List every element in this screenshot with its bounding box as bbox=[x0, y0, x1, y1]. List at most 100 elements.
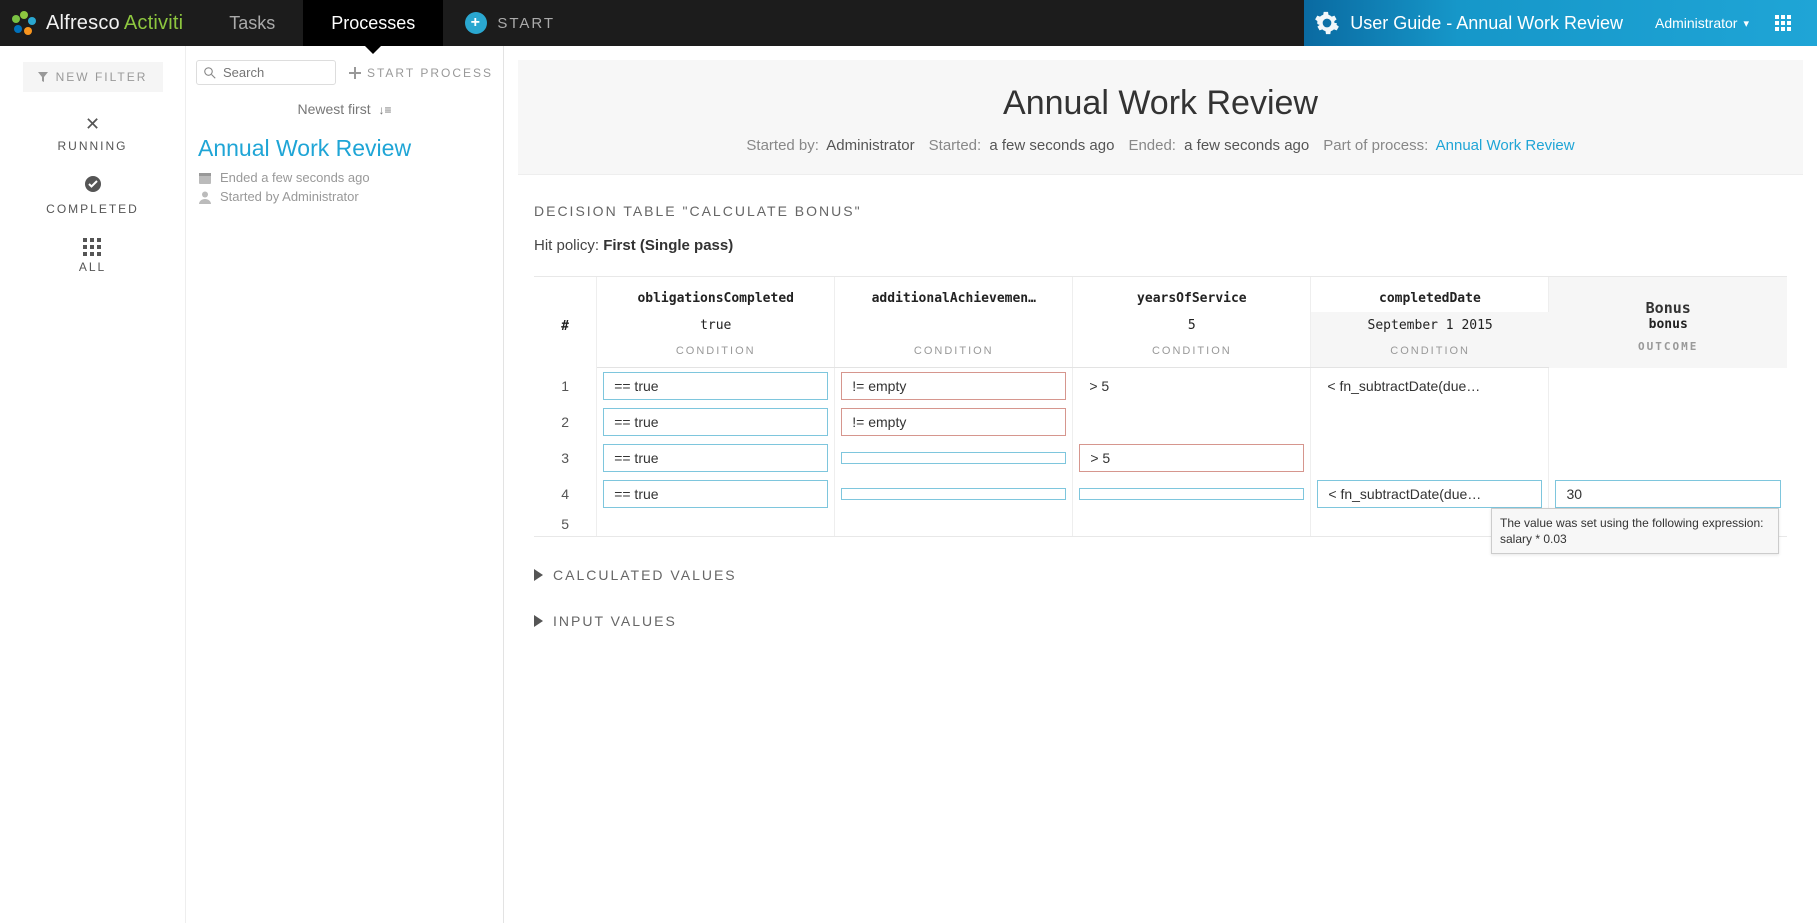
sort-label: Newest first bbox=[297, 101, 370, 117]
link-part-of-process[interactable]: Annual Work Review bbox=[1436, 137, 1575, 154]
input-values-toggle[interactable]: INPUT VALUES bbox=[534, 613, 1787, 629]
filter-icon bbox=[38, 72, 48, 82]
plus-icon: + bbox=[465, 12, 487, 34]
condition-cell: != empty bbox=[835, 368, 1073, 405]
user-name: Administrator bbox=[1655, 15, 1737, 31]
detail-column: Annual Work Review Started by: Administr… bbox=[504, 46, 1817, 923]
gear-icon bbox=[1314, 10, 1340, 36]
row-index: 1 bbox=[534, 368, 597, 405]
filter-all-label: ALL bbox=[79, 260, 106, 274]
top-bar: Alfresco Activiti Tasks Processes + STAR… bbox=[0, 0, 1817, 46]
col-value: September 1 2015 bbox=[1311, 312, 1549, 339]
list-item[interactable]: Annual Work Review Ended a few seconds a… bbox=[196, 127, 493, 222]
label-started-by: Started by: bbox=[746, 137, 819, 154]
list-item-started-by: Started by Administrator bbox=[198, 189, 491, 204]
brand-name-activiti: Activiti bbox=[124, 12, 183, 35]
list-toolbar: START PROCESS bbox=[196, 60, 493, 85]
list-item-ended: Ended a few seconds ago bbox=[198, 170, 491, 185]
start-process-label: START PROCESS bbox=[367, 66, 493, 80]
search-input[interactable] bbox=[196, 60, 336, 85]
decision-table: #obligationsCompletedadditionalAchieveme… bbox=[534, 277, 1787, 536]
input-values-section: INPUT VALUES bbox=[504, 583, 1817, 659]
table-row: 3== true > 5 bbox=[534, 440, 1787, 476]
col-sub: CONDITION bbox=[1311, 339, 1549, 368]
condition-cell bbox=[1073, 512, 1311, 536]
outcome-cell bbox=[1549, 440, 1787, 476]
table-row: 1== true!= empty> 5< fn_subtractDate(due… bbox=[534, 368, 1787, 405]
condition-cell bbox=[597, 512, 835, 536]
row-index: 3 bbox=[534, 440, 597, 476]
calendar-icon bbox=[198, 171, 212, 185]
condition-cell: > 5 bbox=[1073, 368, 1311, 405]
user-icon bbox=[198, 190, 212, 204]
filter-all[interactable]: ALL bbox=[79, 238, 106, 274]
apps-button[interactable] bbox=[1763, 15, 1803, 31]
col-value bbox=[835, 312, 1073, 339]
condition-cell bbox=[1073, 404, 1311, 440]
filters-column: NEW FILTER ✕ RUNNING COMPLETED ALL bbox=[0, 46, 186, 923]
plus-icon bbox=[349, 67, 361, 79]
filter-running[interactable]: ✕ RUNNING bbox=[58, 114, 128, 153]
condition-cell bbox=[1311, 440, 1549, 476]
search-wrap bbox=[196, 60, 336, 85]
detail-info-row: Started by: Administrator Started: a few… bbox=[542, 137, 1779, 154]
label-started: Started: bbox=[929, 137, 982, 154]
brand-name-alfresco: Alfresco bbox=[46, 12, 120, 35]
condition-cell: < fn_subtractDate(due… bbox=[1311, 368, 1549, 405]
triangle-right-icon bbox=[534, 615, 543, 627]
shuffle-icon: ✕ bbox=[85, 114, 100, 135]
filter-completed[interactable]: COMPLETED bbox=[46, 175, 139, 216]
filter-completed-label: COMPLETED bbox=[46, 202, 139, 216]
outcome-cell bbox=[1549, 368, 1787, 405]
sort-toggle[interactable]: Newest first ↓≡ bbox=[196, 85, 493, 127]
condition-cell: == true bbox=[597, 404, 835, 440]
chevron-down-icon: ▾ bbox=[1743, 17, 1749, 30]
primary-nav: Tasks Processes bbox=[201, 0, 443, 46]
condition-cell: > 5 bbox=[1073, 440, 1311, 476]
col-value: 5 bbox=[1073, 312, 1311, 339]
value-ended: a few seconds ago bbox=[1184, 137, 1309, 154]
user-menu[interactable]: Administrator ▾ bbox=[1641, 15, 1763, 31]
condition-cell: < fn_subtractDate(due… bbox=[1311, 476, 1549, 512]
col-sub: CONDITION bbox=[597, 339, 835, 368]
condition-cell: == true bbox=[597, 440, 835, 476]
check-circle-icon bbox=[84, 175, 102, 198]
table-row: 4== true< fn_subtractDate(due…30 bbox=[534, 476, 1787, 512]
nav-processes[interactable]: Processes bbox=[303, 0, 443, 46]
nav-tasks[interactable]: Tasks bbox=[201, 0, 303, 46]
new-filter-button[interactable]: NEW FILTER bbox=[23, 62, 163, 92]
col-name: completedDate bbox=[1311, 277, 1549, 312]
outcome-header: BonusbonusOUTCOME bbox=[1549, 277, 1787, 368]
condition-cell bbox=[835, 512, 1073, 536]
outcome-cell bbox=[1549, 404, 1787, 440]
process-list-column: START PROCESS Newest first ↓≡ Annual Wor… bbox=[186, 46, 504, 923]
condition-cell bbox=[1311, 404, 1549, 440]
outcome-tooltip: The value was set using the following ex… bbox=[1491, 508, 1779, 554]
decision-table-section: DECISION TABLE "CALCULATE BONUS" Hit pol… bbox=[504, 175, 1817, 537]
table-row: 2== true!= empty bbox=[534, 404, 1787, 440]
filter-running-label: RUNNING bbox=[58, 139, 128, 153]
col-sub: CONDITION bbox=[835, 339, 1073, 368]
value-started-by: Administrator bbox=[826, 137, 914, 154]
search-icon bbox=[204, 67, 216, 79]
label-part-of: Part of process: bbox=[1323, 137, 1428, 154]
value-started: a few seconds ago bbox=[989, 137, 1114, 154]
col-name: obligationsCompleted bbox=[597, 277, 835, 312]
sort-desc-icon: ↓≡ bbox=[379, 103, 392, 117]
col-name: additionalAchievemen… bbox=[835, 277, 1073, 312]
start-process-button[interactable]: START PROCESS bbox=[349, 66, 493, 80]
main: NEW FILTER ✕ RUNNING COMPLETED ALL bbox=[0, 46, 1817, 923]
col-name: yearsOfService bbox=[1073, 277, 1311, 312]
list-item-title: Annual Work Review bbox=[198, 135, 491, 162]
condition-cell bbox=[835, 440, 1073, 476]
row-number-header: # bbox=[534, 277, 597, 368]
calculated-values-toggle[interactable]: CALCULATED VALUES bbox=[534, 567, 1787, 583]
nav-start-button[interactable]: + START bbox=[443, 0, 577, 46]
row-index: 5 bbox=[534, 512, 597, 536]
condition-cell: == true bbox=[597, 368, 835, 405]
outcome-cell: 30 bbox=[1549, 476, 1787, 512]
triangle-right-icon bbox=[534, 569, 543, 581]
col-value: true bbox=[597, 312, 835, 339]
page-title: Annual Work Review bbox=[542, 84, 1779, 123]
hit-policy: Hit policy: First (Single pass) bbox=[534, 237, 1787, 254]
